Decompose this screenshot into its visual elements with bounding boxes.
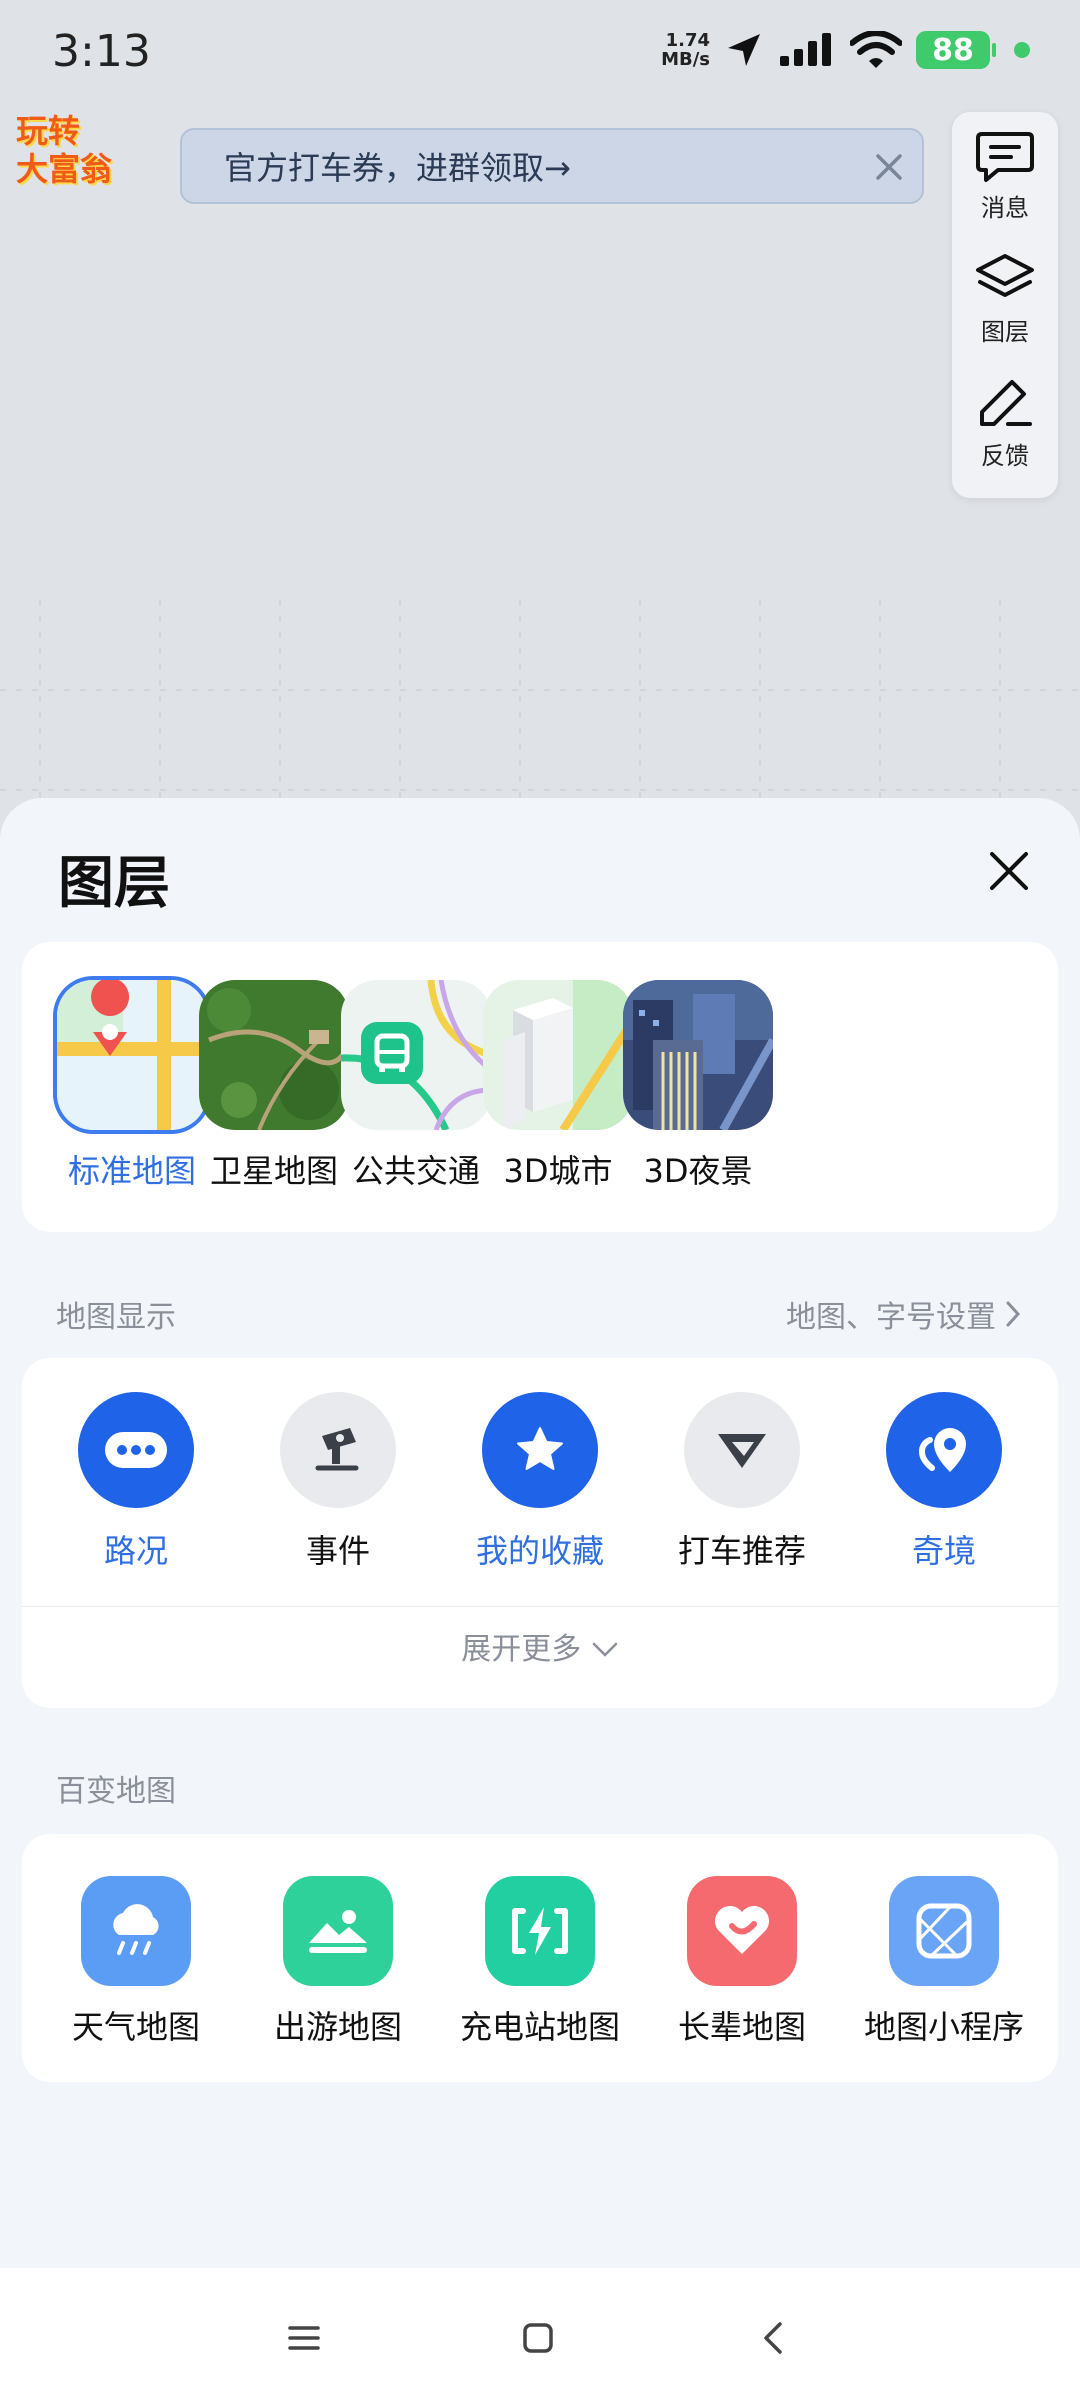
sheet-title: 图层	[58, 851, 170, 916]
map-type-3d-night[interactable]: 3D夜景	[618, 980, 778, 1192]
settings-link-label: 地图、字号设置	[786, 1300, 996, 1335]
system-navigation-bar	[0, 2268, 1080, 2400]
location-arrow-icon	[728, 34, 760, 66]
display-toggle-label: 奇境	[911, 1532, 976, 1570]
side-button-feedback[interactable]: 反馈	[952, 368, 1058, 478]
display-toggle-label: 打车推荐	[677, 1532, 806, 1570]
toggle-traffic[interactable]: 路况	[56, 1392, 216, 1572]
promo-logo-line1: 玩转	[16, 112, 81, 150]
tools-section-title: 百变地图	[56, 1774, 176, 1809]
battery-indicator: 88	[916, 31, 996, 69]
taxi-recommend-icon	[684, 1392, 800, 1508]
map-type-label: 公共交通	[351, 1152, 480, 1190]
standard-map-thumbnail	[57, 980, 207, 1130]
expand-more-button[interactable]: 展开更多	[22, 1624, 1058, 1668]
map-canvas[interactable]	[0, 0, 1080, 820]
tool-mini-program[interactable]: 地图小程序	[854, 1876, 1034, 2048]
toggle-wonderland[interactable]: 奇境	[864, 1392, 1024, 1572]
event-icon	[280, 1392, 396, 1508]
traffic-icon	[78, 1392, 194, 1508]
tool-label: 长辈地图	[677, 2008, 806, 2046]
map-type-3d-city[interactable]: 3D城市	[478, 980, 638, 1192]
map-type-transit[interactable]: 公共交通	[336, 980, 496, 1192]
privacy-indicator-dot	[1014, 42, 1030, 58]
expand-more-label: 展开更多	[461, 1632, 582, 1667]
chevron-down-icon	[592, 1642, 618, 1657]
toggle-favorites[interactable]: 我的收藏	[460, 1392, 620, 1572]
transit-map-thumbnail	[341, 980, 491, 1130]
status-icons: 1.74 MB/s 88	[661, 30, 1030, 70]
promo-close-icon[interactable]	[864, 142, 914, 192]
tool-travel-map[interactable]: 出游地图	[248, 1876, 428, 2048]
status-bar: 3:13 1.74 MB/s 88	[0, 0, 1080, 110]
map-side-toolbar: 消息 图层 反馈	[952, 112, 1058, 498]
promo-banner-text: 官方打车券，进群领取→	[224, 149, 571, 187]
display-section-title: 地图显示	[56, 1300, 176, 1335]
side-button-label: 反馈	[981, 442, 1029, 470]
map-font-settings-link[interactable]: 地图、字号设置	[786, 1292, 1022, 1336]
map-tools-card: 天气地图 出游地图 充电站地图 长辈地图 地图小程序	[22, 1834, 1058, 2082]
side-button-layers[interactable]: 图层	[952, 244, 1058, 354]
monopoly-promo-logo[interactable]: 玩转 大富翁	[16, 112, 126, 192]
battery-level: 88	[932, 32, 974, 68]
side-button-label: 图层	[981, 318, 1029, 346]
weather-icon	[81, 1876, 191, 1986]
home-icon[interactable]	[508, 2308, 568, 2368]
chevron-right-icon	[1006, 1301, 1021, 1327]
tool-label: 地图小程序	[863, 2008, 1024, 2046]
divider	[22, 1606, 1058, 1607]
map-type-label: 标准地图	[67, 1152, 196, 1190]
map-type-label: 3D夜景	[643, 1152, 753, 1190]
travel-icon	[283, 1876, 393, 1986]
network-speed: 1.74 MB/s	[661, 31, 710, 69]
tool-elder-map[interactable]: 长辈地图	[652, 1876, 832, 2048]
promo-banner[interactable]: 官方打车券，进群领取→	[180, 128, 924, 204]
layers-bottom-sheet: 图层 标准地图 卫星地图 公共交通 3D城市 3D夜景 地图显示 地图、字号设置…	[0, 798, 1080, 2268]
wonderland-icon	[886, 1392, 1002, 1508]
cellular-signal-icon	[780, 33, 831, 66]
star-icon	[482, 1392, 598, 1508]
promo-logo-line2: 大富翁	[16, 150, 113, 188]
side-button-label: 消息	[981, 194, 1029, 222]
map-type-card: 标准地图 卫星地图 公共交通 3D城市 3D夜景	[22, 942, 1058, 1232]
wifi-icon	[850, 31, 902, 68]
network-speed-value: 1.74	[665, 30, 710, 51]
display-toggle-label: 我的收藏	[475, 1532, 604, 1570]
menu-icon[interactable]	[274, 2308, 334, 2368]
map-type-standard[interactable]: 标准地图	[52, 980, 212, 1192]
back-icon[interactable]	[744, 2308, 804, 2368]
display-toggle-label: 路况	[103, 1532, 168, 1570]
side-button-message[interactable]: 消息	[952, 120, 1058, 230]
layers-icon	[976, 254, 1034, 297]
toggle-taxi-recommend[interactable]: 打车推荐	[662, 1392, 822, 1572]
3d-night-thumbnail	[623, 980, 773, 1130]
network-speed-unit: MB/s	[661, 49, 710, 70]
mini-program-icon	[889, 1876, 999, 1986]
tool-label: 天气地图	[71, 2008, 200, 2046]
map-type-label: 3D城市	[503, 1152, 613, 1190]
map-type-label: 卫星地图	[209, 1152, 338, 1190]
message-icon	[976, 132, 1034, 182]
status-time: 3:13	[52, 26, 151, 77]
map-grid-lines	[0, 600, 1080, 820]
tool-label: 出游地图	[273, 2008, 402, 2046]
satellite-map-thumbnail	[199, 980, 349, 1130]
tool-charging-map[interactable]: 充电站地图	[450, 1876, 630, 2048]
toggle-event[interactable]: 事件	[258, 1392, 418, 1572]
edit-feedback-icon	[980, 380, 1032, 426]
tool-weather-map[interactable]: 天气地图	[46, 1876, 226, 2048]
3d-city-thumbnail	[483, 980, 633, 1130]
map-type-satellite[interactable]: 卫星地图	[194, 980, 354, 1192]
display-toggle-label: 事件	[305, 1532, 370, 1570]
map-display-card: 路况 事件 我的收藏 打车推荐 奇境 展开更多	[22, 1358, 1058, 1708]
close-icon[interactable]	[980, 842, 1038, 900]
heart-icon	[687, 1876, 797, 1986]
tool-label: 充电站地图	[459, 2008, 620, 2046]
charging-icon	[485, 1876, 595, 1986]
